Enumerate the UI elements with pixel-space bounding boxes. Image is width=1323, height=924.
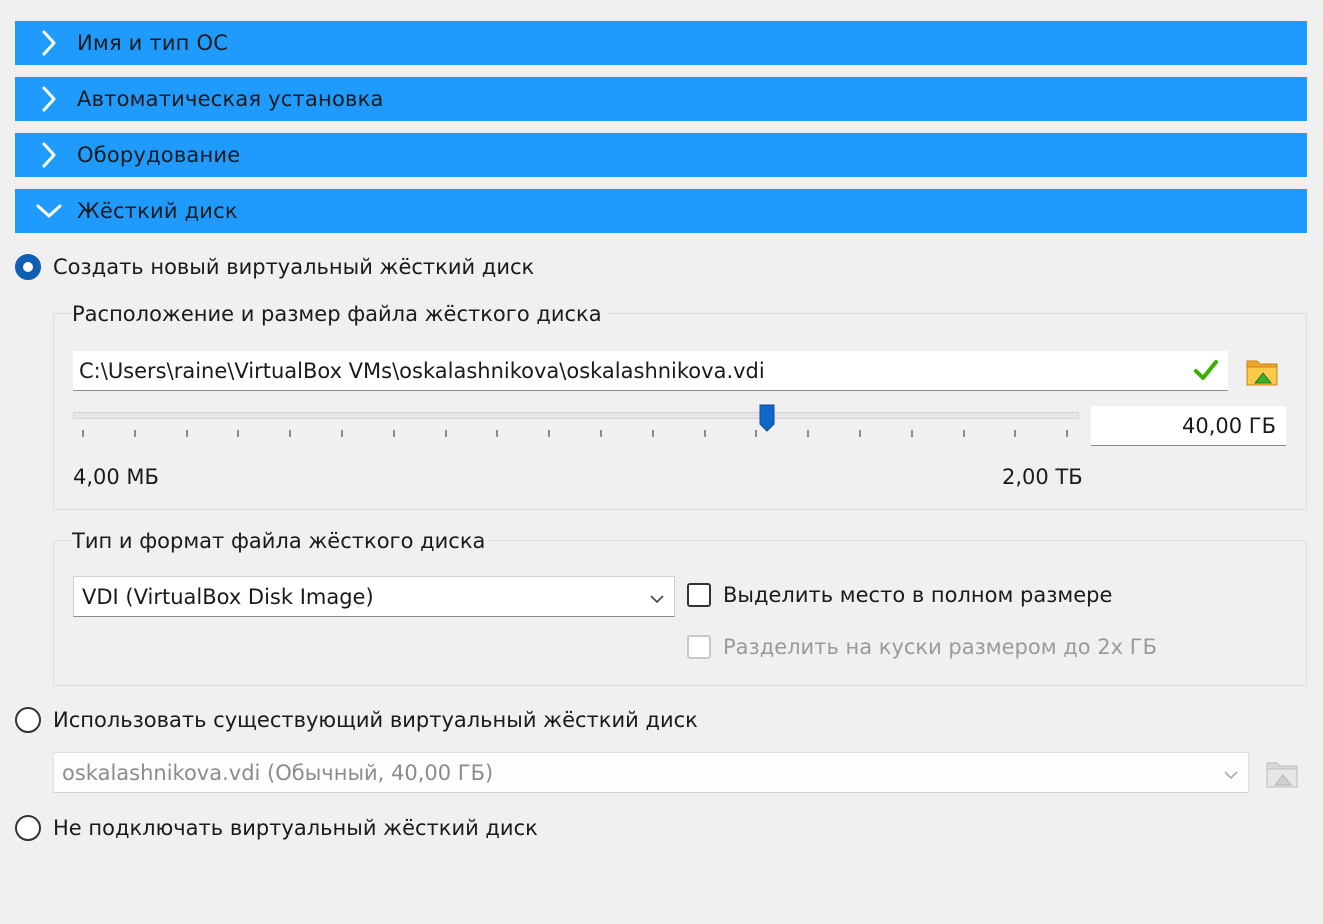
valid-check-icon <box>1194 359 1218 386</box>
section-header-hard-disk[interactable]: Жёсткий диск <box>15 189 1307 233</box>
section-label: Оборудование <box>77 143 241 167</box>
slider-tick <box>755 430 758 437</box>
disk-size-input[interactable]: 40,00 ГБ <box>1091 406 1286 446</box>
radio-indicator[interactable] <box>15 707 41 733</box>
chevron-right-icon <box>35 85 63 113</box>
format-group-title: Тип и формат файла жёсткого диска <box>72 529 490 553</box>
section-header-hardware[interactable]: Оборудование <box>15 133 1307 177</box>
radio-indicator[interactable] <box>15 254 41 280</box>
slider-tick <box>807 430 810 437</box>
chevron-down-icon <box>35 197 63 225</box>
disk-size-slider-track[interactable] <box>73 412 1079 419</box>
slider-tick <box>82 430 84 437</box>
checkbox-preallocate[interactable]: Выделить место в полном размере <box>687 583 1112 607</box>
slider-tick <box>1014 430 1017 437</box>
slider-tick <box>392 430 395 437</box>
slider-tick <box>289 430 292 437</box>
disk-format-value: VDI (VirtualBox Disk Image) <box>82 584 374 609</box>
slider-min-label: 4,00 МБ <box>73 465 159 489</box>
section-label: Жёсткий диск <box>77 199 238 223</box>
slider-tick <box>859 430 861 437</box>
disk-size-value: 40,00 ГБ <box>1181 413 1276 438</box>
radio-indicator[interactable] <box>15 815 41 841</box>
chevron-right-icon <box>35 141 63 169</box>
chevron-down-icon <box>650 585 664 609</box>
disk-size-slider-thumb[interactable] <box>759 404 775 436</box>
folder-browse-icon-disabled[interactable] <box>1265 755 1301 795</box>
slider-tick <box>548 430 551 437</box>
existing-disk-select[interactable]: oskalashnikova.vdi (Обычный, 40,00 ГБ) <box>53 752 1249 793</box>
radio-use-existing-label: Использовать существующий виртуальный жё… <box>53 708 698 732</box>
slider-tick <box>1066 430 1069 437</box>
slider-tick <box>496 430 499 437</box>
chevron-down-icon <box>1224 761 1238 785</box>
section-header-unattended-install[interactable]: Автоматическая установка <box>15 77 1307 121</box>
slider-tick <box>910 430 913 437</box>
disk-path-field[interactable]: C:\Users\raine\VirtualBox VMs\oskalashni… <box>73 351 1228 391</box>
slider-tick <box>651 430 654 437</box>
radio-create-new-disk[interactable]: Создать новый виртуальный жёсткий диск <box>15 254 534 280</box>
slider-tick <box>133 430 136 437</box>
folder-browse-icon[interactable] <box>1245 353 1281 393</box>
radio-create-new-label: Создать новый виртуальный жёсткий диск <box>53 255 535 279</box>
disk-format-select[interactable]: VDI (VirtualBox Disk Image) <box>73 576 675 617</box>
slider-tick <box>341 430 343 437</box>
slider-tick <box>703 430 706 437</box>
checkbox-box[interactable] <box>687 583 711 607</box>
slider-tick <box>237 430 240 437</box>
slider-tick <box>444 430 447 437</box>
checkbox-split[interactable]: Разделить на куски размером до 2х ГБ <box>687 635 1157 659</box>
section-label: Автоматическая установка <box>77 87 384 111</box>
slider-tick <box>185 430 188 437</box>
existing-disk-value: oskalashnikova.vdi (Обычный, 40,00 ГБ) <box>62 760 494 785</box>
section-header-os-name-type[interactable]: Имя и тип ОС <box>15 21 1307 65</box>
radio-no-disk[interactable]: Не подключать виртуальный жёсткий диск <box>15 815 538 841</box>
preallocate-label: Выделить место в полном размере <box>723 583 1113 607</box>
radio-no-disk-label: Не подключать виртуальный жёсткий диск <box>53 816 538 840</box>
slider-max-label: 2,00 ТБ <box>1002 465 1083 489</box>
checkbox-box[interactable] <box>687 635 711 659</box>
radio-use-existing-disk[interactable]: Использовать существующий виртуальный жё… <box>15 707 698 733</box>
slider-tick <box>600 430 602 437</box>
disk-path-value: C:\Users\raine\VirtualBox VMs\oskalashni… <box>79 358 765 383</box>
chevron-right-icon <box>35 29 63 57</box>
location-group-title: Расположение и размер файла жёсткого дис… <box>72 302 606 326</box>
split-label: Разделить на куски размером до 2х ГБ <box>723 635 1157 659</box>
section-label: Имя и тип ОС <box>77 31 229 55</box>
slider-tick <box>962 430 965 437</box>
